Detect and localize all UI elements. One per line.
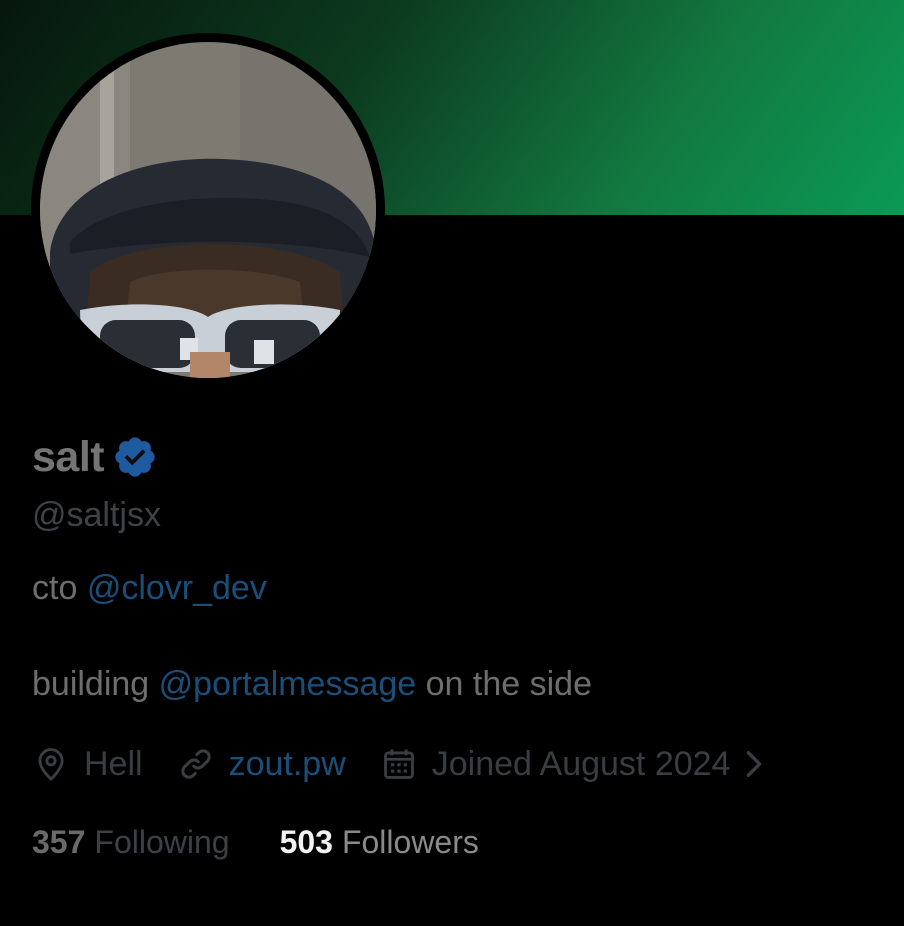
followers-count: 503 — [279, 823, 333, 860]
bio-line-1-prefix: cto — [32, 569, 87, 607]
follow-stats: 357 Following 503 Followers — [32, 819, 872, 865]
bio: cto @clovr_dev building @portalmessage o… — [32, 565, 872, 707]
mention-link-portalmessage[interactable]: @portalmessage — [159, 665, 417, 703]
verified-badge-icon[interactable] — [112, 434, 158, 480]
bio-line-2: building @portalmessage on the side — [32, 661, 872, 707]
website-item[interactable]: zout.pw — [177, 745, 346, 784]
location-item: Hell — [32, 745, 143, 784]
user-handle: @saltjsx — [32, 496, 161, 534]
profile-meta: Hell zout.pw Joined August 2024 — [32, 739, 872, 789]
following-count: 357 — [32, 823, 86, 860]
display-name: salt — [32, 432, 105, 481]
website-link[interactable]: zout.pw — [229, 745, 346, 784]
calendar-icon — [383, 749, 414, 779]
followers-label: Followers — [341, 823, 479, 860]
name-row: salt — [32, 432, 872, 482]
joined-text: Joined August 2024 — [431, 744, 731, 783]
bio-line-2-suffix: on the side — [416, 665, 592, 703]
location-text: Hell — [84, 744, 143, 783]
avatar-photo — [40, 42, 376, 378]
avatar[interactable] — [40, 42, 376, 378]
profile-page: salt @saltjsx cto @clovr_dev building @p… — [0, 0, 904, 926]
chevron-right-icon[interactable] — [742, 749, 766, 779]
following-label: Following — [94, 823, 230, 860]
location-pin-icon — [38, 748, 64, 781]
joined-item[interactable]: Joined August 2024 — [380, 745, 767, 784]
profile-info: salt @saltjsx cto @clovr_dev building @p… — [32, 432, 872, 865]
link-icon — [180, 749, 211, 779]
following-link[interactable]: 357 Following — [32, 824, 230, 861]
mention-link-clovr[interactable]: @clovr_dev — [87, 569, 267, 607]
bio-line-1: cto @clovr_dev — [32, 565, 872, 611]
bio-line-2-prefix: building — [32, 665, 159, 703]
followers-link[interactable]: 503 Followers — [280, 824, 479, 861]
